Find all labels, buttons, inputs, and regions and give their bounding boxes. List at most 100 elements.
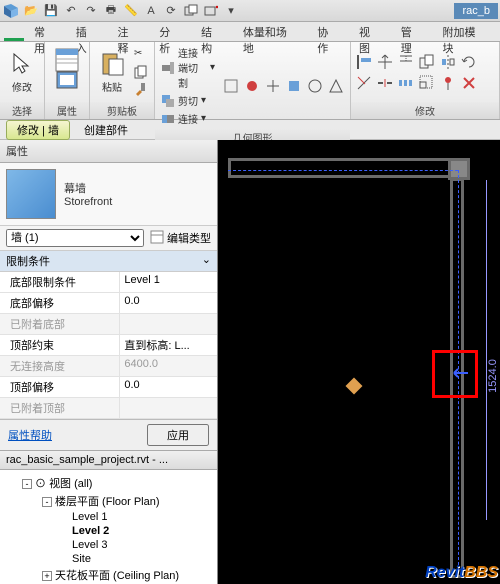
ribbon-tab-r[interactable] — [4, 22, 24, 41]
copy-icon[interactable] — [418, 53, 436, 71]
geo-icon-1[interactable] — [223, 78, 239, 94]
offset-icon[interactable] — [397, 53, 415, 71]
ribbon-tab-analyze[interactable]: 分析 — [149, 22, 191, 41]
array-icon[interactable] — [397, 74, 415, 92]
switch-window-icon[interactable] — [182, 2, 200, 20]
dropdown-icon[interactable]: ▾ — [222, 2, 240, 20]
geo-icon-4[interactable] — [286, 78, 302, 94]
text-icon[interactable]: A — [142, 2, 160, 20]
type-thumbnail-icon — [6, 169, 56, 219]
instance-selector[interactable]: 墙 (1) — [6, 229, 144, 247]
ribbon-tab-insert[interactable]: 插入 — [66, 22, 108, 41]
prop-row-base-constraint[interactable]: 底部限制条件Level 1 — [0, 272, 217, 293]
prop-row-unconnected-height: 无连接高度6400.0 — [0, 356, 217, 377]
move-icon[interactable] — [376, 53, 394, 71]
ribbon-tab-annotate[interactable]: 注释 — [108, 22, 150, 41]
undo-icon[interactable]: ↶ — [62, 2, 80, 20]
redo-icon[interactable]: ↷ — [82, 2, 100, 20]
tree-floor-plans[interactable]: -楼层平面 (Floor Plan) — [0, 492, 217, 510]
edit-type-button[interactable]: 编辑类型 — [150, 230, 211, 247]
ribbon-content: 修改 选择 属性 粘贴 ✂ 剪贴板 — [0, 42, 500, 120]
type-subname: Storefront — [64, 196, 112, 208]
tree-views-root[interactable]: -⊙ 视图 (all) — [0, 474, 217, 492]
brush-icon — [134, 82, 148, 96]
geo-icon-2[interactable] — [244, 78, 260, 94]
cut-button[interactable]: ✂ — [132, 47, 150, 63]
tree-level2[interactable]: Level 2 — [0, 524, 217, 538]
ribbon-tab-massing[interactable]: 体量和场地 — [233, 22, 307, 41]
title-bar: 📂 💾 ↶ ↷ 🖶 📏 A ⟳ ▾ rac_b — [0, 0, 500, 22]
group-label: 选择 — [0, 102, 44, 119]
ribbon-tab-view[interactable]: 视图 — [349, 22, 391, 41]
tree-level1[interactable]: Level 1 — [0, 510, 217, 524]
rotate-icon[interactable] — [460, 53, 478, 71]
geo-icon-3[interactable] — [265, 78, 281, 94]
context-tab-modify-wall[interactable]: 修改 | 墙 — [6, 120, 70, 140]
mirror-axis-icon[interactable] — [439, 53, 457, 71]
ribbon-tab-home[interactable]: 常用 — [24, 22, 66, 41]
drag-arrow-icon[interactable] — [450, 366, 470, 380]
ribbon-tab-manage[interactable]: 管理 — [391, 22, 433, 41]
group-clipboard: 粘贴 ✂ 剪贴板 — [90, 42, 155, 119]
expand-icon[interactable]: + — [42, 571, 52, 581]
drawing-viewport[interactable]: 1524.0 RevitBBS — [218, 140, 500, 584]
properties-button[interactable] — [49, 44, 85, 100]
cope-button[interactable]: 连接端切割▾ — [159, 44, 217, 91]
scissors-icon: ✂ — [134, 48, 148, 62]
paste-button[interactable]: 粘贴 — [94, 44, 130, 100]
copy-button[interactable] — [132, 64, 150, 80]
delete-icon[interactable] — [460, 74, 478, 92]
app-menu-icon[interactable] — [2, 2, 20, 20]
collapse-icon[interactable]: - — [22, 479, 32, 489]
prop-row-top-constraint[interactable]: 顶部约束直到标高: L... — [0, 335, 217, 356]
sync-icon[interactable]: ⟳ — [162, 2, 180, 20]
quick-access-toolbar: 📂 💾 ↶ ↷ 🖶 📏 A ⟳ ▾ — [2, 2, 240, 20]
apply-button[interactable]: 应用 — [147, 424, 209, 446]
print-icon[interactable]: 🖶 — [102, 2, 120, 20]
copy-icon — [134, 65, 148, 79]
group-properties: 属性 — [45, 42, 90, 119]
scale-icon[interactable] — [418, 74, 436, 92]
cut-geom-button[interactable]: 剪切▾ — [159, 92, 217, 109]
prop-row-top-attached: 已附着顶部 — [0, 398, 217, 419]
cursor-icon — [9, 51, 35, 77]
save-icon[interactable]: 💾 — [42, 2, 60, 20]
measure-icon[interactable]: 📏 — [122, 2, 140, 20]
group-label: 剪贴板 — [90, 102, 154, 119]
left-panels: 属性 幕墙 Storefront 墙 (1) 编辑类型 限制条件⌄ 底部限制条件… — [0, 140, 218, 584]
group-geometry: 连接端切割▾ 剪切▾ 连接▾ 几何图形 — [155, 42, 351, 119]
pin-icon[interactable] — [439, 74, 457, 92]
ribbon-tab-collaborate[interactable]: 协作 — [307, 22, 349, 41]
open-icon[interactable]: 📂 — [22, 2, 40, 20]
split-icon[interactable] — [376, 74, 394, 92]
close-hidden-icon[interactable] — [202, 2, 220, 20]
geo-icon-5[interactable] — [307, 78, 323, 94]
modify-button[interactable]: 修改 — [4, 44, 40, 100]
geo-icon-6[interactable] — [328, 78, 344, 94]
type-name: 幕墙 — [64, 180, 112, 196]
dimension-value[interactable]: 1524.0 — [487, 359, 499, 393]
tree-ceiling-plans[interactable]: +天花板平面 (Ceiling Plan) — [0, 566, 217, 584]
group-label: 属性 — [45, 102, 89, 119]
expand-icon: ⌄ — [202, 253, 211, 269]
context-tab-create-assembly[interactable]: 创建部件 — [74, 121, 138, 139]
properties-type-selector[interactable]: 幕墙 Storefront — [0, 163, 217, 225]
align-icon[interactable] — [355, 53, 373, 71]
props-category[interactable]: 限制条件⌄ — [0, 251, 217, 272]
trim-icon[interactable] — [355, 74, 373, 92]
selection-dash-h — [228, 170, 458, 171]
prop-row-base-attached: 已附着底部 — [0, 314, 217, 335]
match-button[interactable] — [132, 81, 150, 97]
ribbon-tab-addins[interactable]: 附加模块 — [433, 22, 497, 41]
properties-help-link[interactable]: 属性帮助 — [8, 427, 52, 443]
prop-row-top-offset[interactable]: 顶部偏移0.0 — [0, 377, 217, 398]
tree-level3[interactable]: Level 3 — [0, 538, 217, 552]
collapse-icon[interactable]: - — [42, 497, 52, 507]
watermark: RevitBBS — [425, 564, 498, 582]
tree-site[interactable]: Site — [0, 552, 217, 566]
ribbon-tab-structure[interactable]: 结构 — [191, 22, 233, 41]
ribbon-tabs: 常用 插入 注释 分析 结构 体量和场地 协作 视图 管理 附加模块 — [0, 22, 500, 42]
prop-row-base-offset[interactable]: 底部偏移0.0 — [0, 293, 217, 314]
properties-panel-title: 属性 — [0, 140, 217, 163]
join-button[interactable]: 连接▾ — [159, 110, 217, 127]
